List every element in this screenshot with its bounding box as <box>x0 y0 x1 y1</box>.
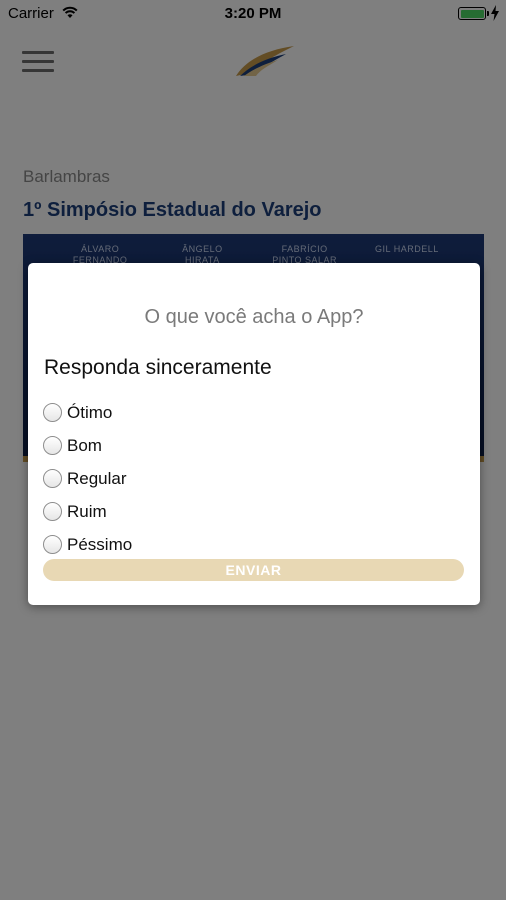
rating-option-bom[interactable]: Bom <box>43 429 132 462</box>
rating-option-label: Regular <box>67 468 127 488</box>
survey-heading: Responda sinceramente <box>44 356 272 379</box>
rating-option-label: Ruim <box>67 501 107 521</box>
radio-button[interactable] <box>43 436 62 455</box>
radio-button[interactable] <box>43 502 62 521</box>
rating-option-label: Péssimo <box>67 534 133 554</box>
rating-options: Ótimo Bom Regular Ruim Péssimo <box>43 396 132 561</box>
radio-button[interactable] <box>43 469 62 488</box>
rating-option-label: Ótimo <box>67 402 113 422</box>
survey-question: O que você acha o App? <box>144 306 364 328</box>
submit-button[interactable]: ENVIAR <box>43 559 464 581</box>
radio-button[interactable] <box>43 403 62 422</box>
survey-dialog: O que você acha o App? Responda sinceram… <box>28 263 480 605</box>
rating-option-otimo[interactable]: Ótimo <box>43 396 132 429</box>
rating-option-label: Bom <box>67 435 102 455</box>
radio-button[interactable] <box>43 535 62 554</box>
rating-option-regular[interactable]: Regular <box>43 462 132 495</box>
rating-option-ruim[interactable]: Ruim <box>43 495 132 528</box>
rating-option-pessimo[interactable]: Péssimo <box>43 528 132 561</box>
